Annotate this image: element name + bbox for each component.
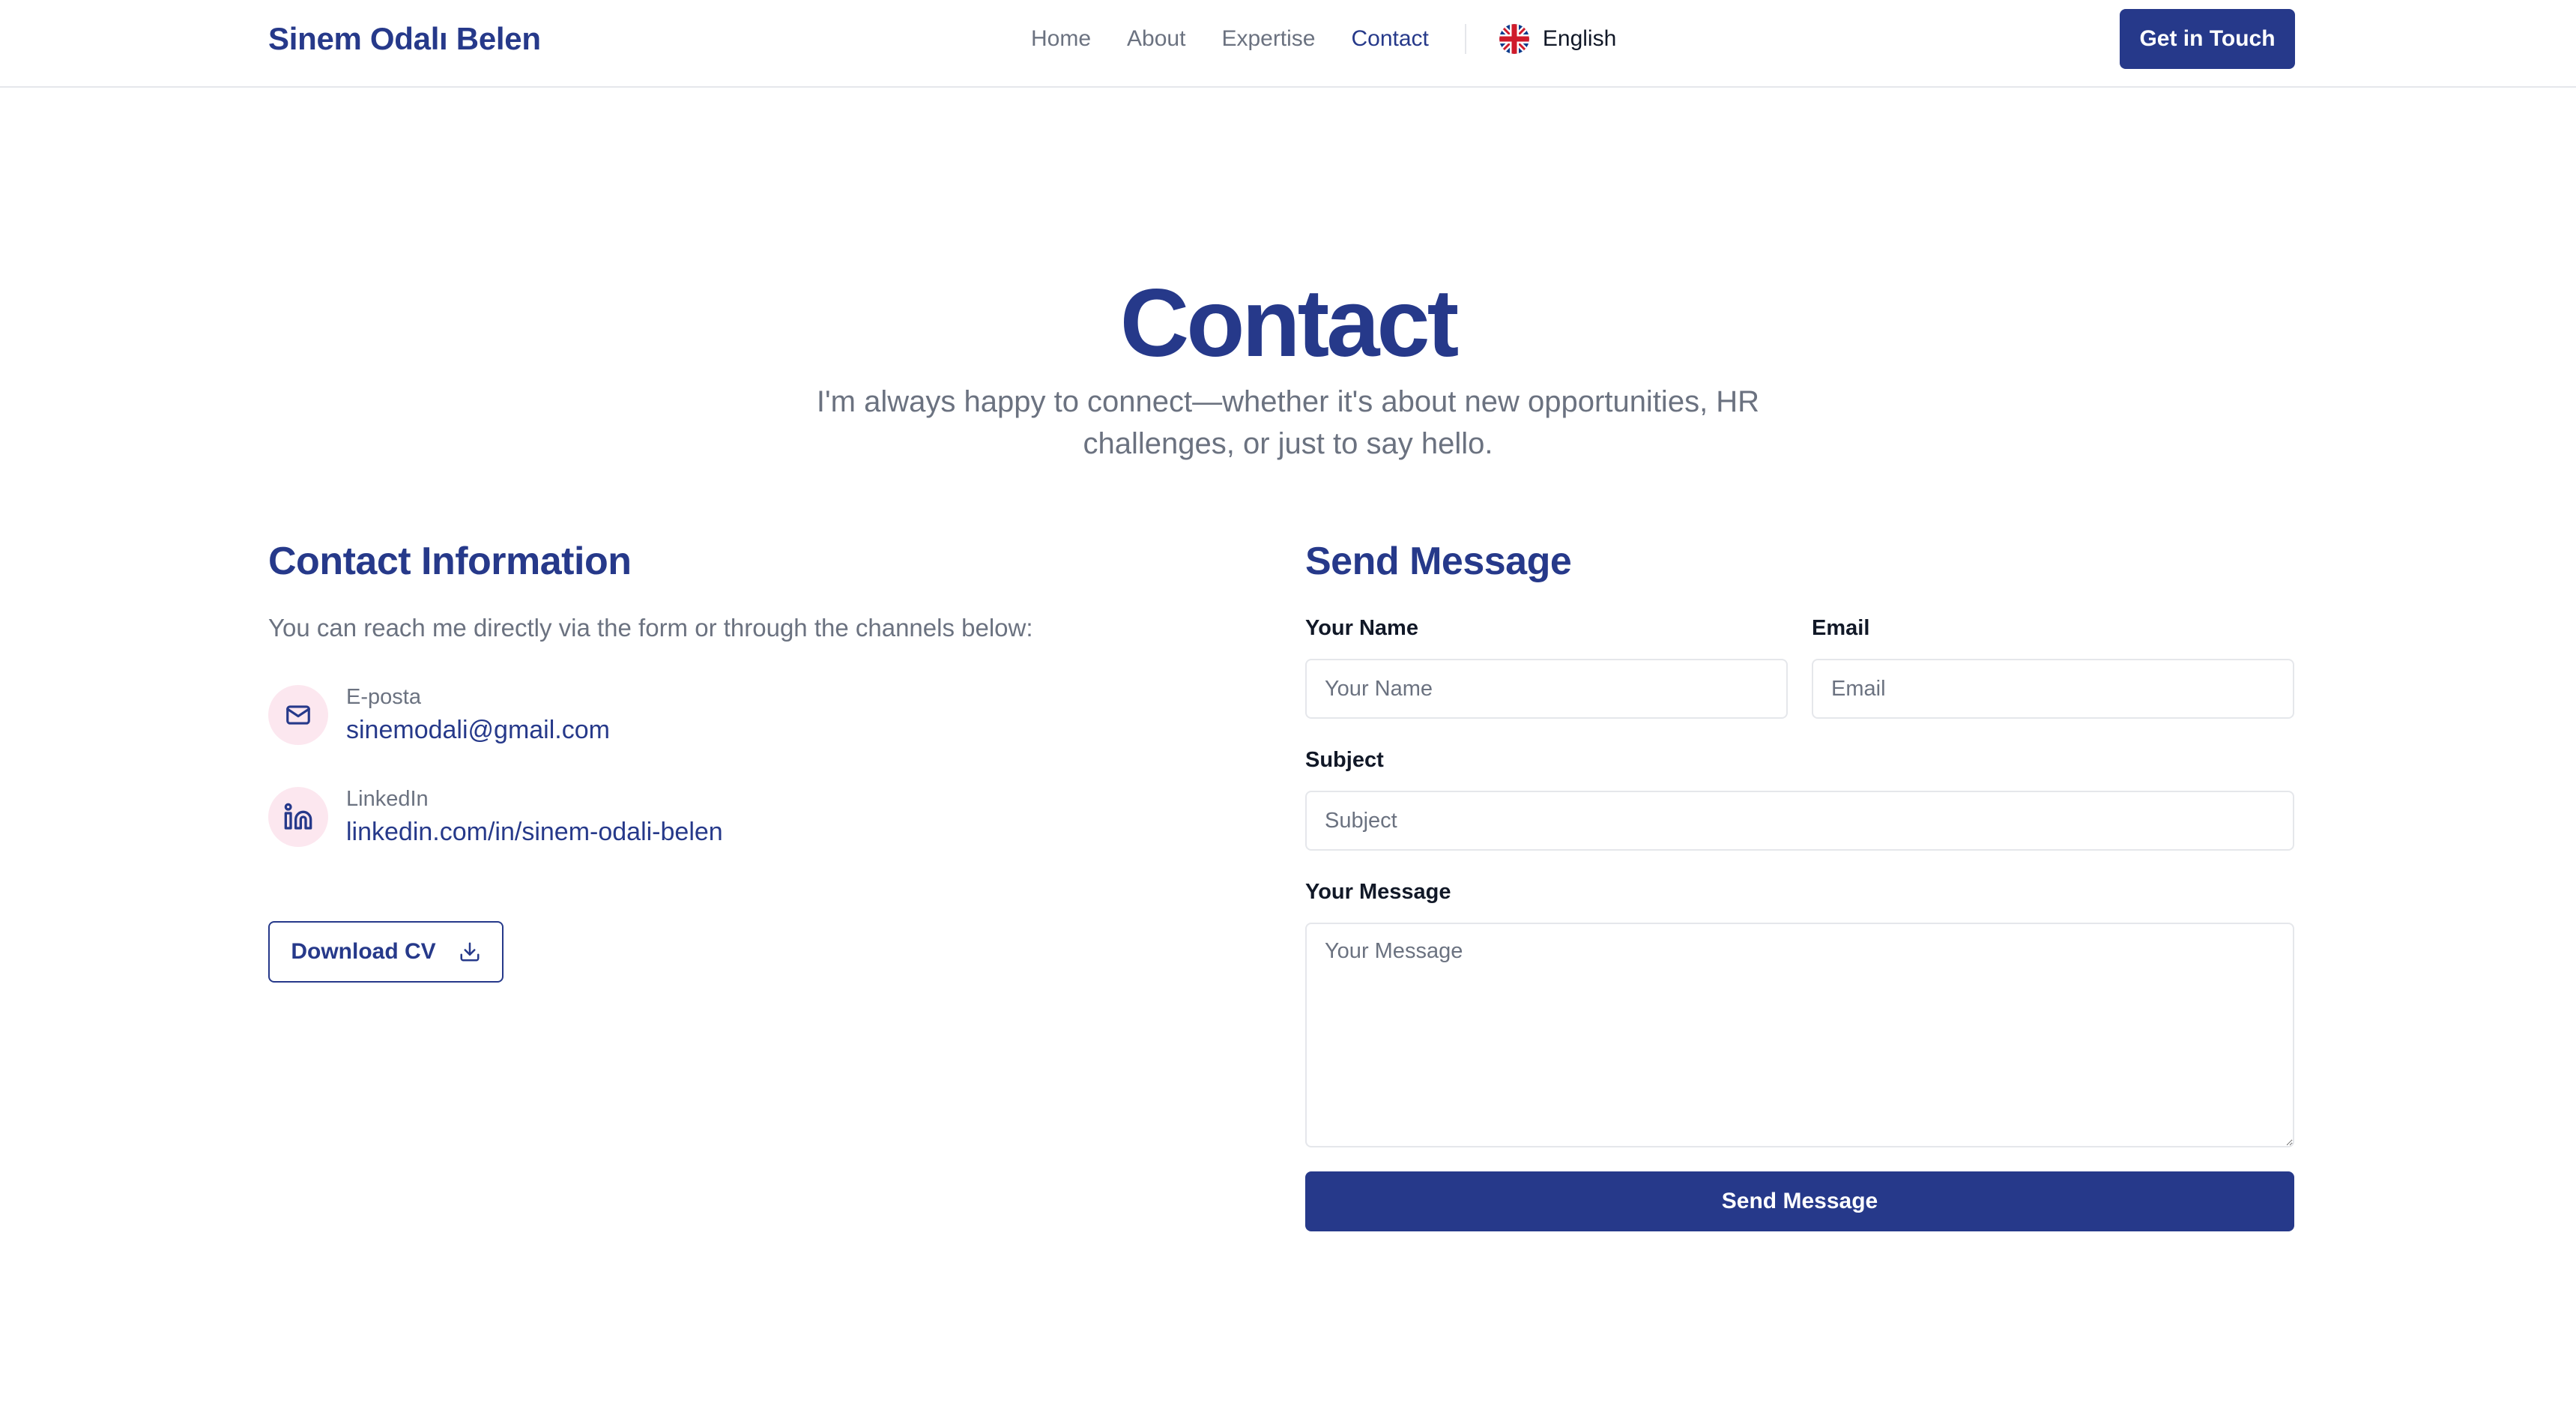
download-cv-button[interactable]: Download CV xyxy=(268,921,504,983)
mail-icon xyxy=(268,685,328,745)
linkedin-link[interactable]: linkedin.com/in/sinem-odali-belen xyxy=(346,814,723,850)
nav-home[interactable]: Home xyxy=(1031,22,1091,55)
email-link[interactable]: sinemodali@gmail.com xyxy=(346,712,610,748)
name-input[interactable] xyxy=(1305,659,1788,719)
subject-label: Subject xyxy=(1305,748,1384,772)
language-selector[interactable]: English xyxy=(1499,22,1616,55)
site-header: Sinem Odalı Belen Home About Expertise C… xyxy=(0,0,2576,88)
page-title: Contact xyxy=(1119,270,1459,377)
email-label: E-posta xyxy=(346,685,421,709)
main-nav: Home About Expertise Contact English xyxy=(1031,22,1616,55)
download-icon xyxy=(460,942,480,962)
email-contact-item: E-posta sinemodali@gmail.com xyxy=(268,682,610,748)
message-textarea[interactable] xyxy=(1305,923,2294,1147)
contact-info-title: Contact Information xyxy=(268,540,632,583)
nav-divider xyxy=(1464,24,1466,54)
linkedin-contact-item: LinkedIn linkedin.com/in/sinem-odali-bel… xyxy=(268,784,723,850)
send-message-title: Send Message xyxy=(1305,540,1572,583)
email-input[interactable] xyxy=(1812,659,2294,719)
linkedin-label: LinkedIn xyxy=(346,787,429,811)
nav-contact[interactable]: Contact xyxy=(1352,22,1429,55)
uk-flag-icon xyxy=(1499,24,1529,54)
language-label: English xyxy=(1542,26,1617,51)
nav-about[interactable]: About xyxy=(1127,22,1185,55)
nav-expertise[interactable]: Expertise xyxy=(1221,22,1315,55)
email-field-label: Email xyxy=(1812,616,1870,640)
linkedin-text: LinkedIn linkedin.com/in/sinem-odali-bel… xyxy=(346,784,723,850)
download-cv-label: Download CV xyxy=(291,939,436,964)
get-in-touch-button[interactable]: Get in Touch xyxy=(2120,9,2295,69)
brand-logo[interactable]: Sinem Odalı Belen xyxy=(268,20,541,58)
send-message-button[interactable]: Send Message xyxy=(1305,1171,2294,1231)
name-label: Your Name xyxy=(1305,616,1418,640)
subject-input[interactable] xyxy=(1305,791,2294,851)
linkedin-icon xyxy=(268,787,328,847)
message-label: Your Message xyxy=(1305,880,1451,904)
email-text: E-posta sinemodali@gmail.com xyxy=(346,682,610,748)
page-subtitle: I'm always happy to connect—whether it's… xyxy=(816,385,1760,460)
contact-info-description: You can reach me directly via the form o… xyxy=(268,614,1033,642)
